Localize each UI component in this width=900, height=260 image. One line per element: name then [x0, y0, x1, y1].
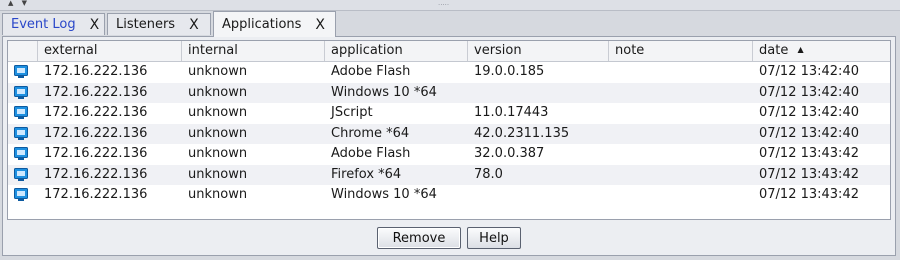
column-header-version[interactable]: version	[468, 41, 609, 61]
cell-date: 07/12 13:43:42	[759, 187, 859, 202]
remove-button[interactable]: Remove	[377, 227, 461, 249]
monitor-icon	[14, 126, 28, 140]
monitor-icon	[14, 167, 28, 181]
table-row[interactable]: 172.16.222.136 unknown Chrome *64 42.0.2311…	[8, 123, 890, 144]
collapse-arrows-icon[interactable]: ▲ ▼	[8, 0, 30, 7]
tab-event-log[interactable]: Event Log X	[2, 13, 105, 35]
cell-note	[609, 83, 759, 103]
monitor-icon	[14, 147, 28, 160]
cell-internal: unknown	[188, 84, 248, 100]
cell-version: 11.0.17443	[474, 105, 549, 120]
cell-note	[609, 185, 759, 205]
tab-close-icon[interactable]: X	[90, 17, 100, 33]
cell-note	[609, 165, 759, 185]
cell-external: 172.16.222.136	[44, 146, 148, 161]
cell-external: 172.16.222.136	[44, 105, 148, 120]
cell-version: 42.0.2311.135	[474, 125, 570, 141]
monitor-icon	[14, 85, 28, 99]
row-icon-cell	[8, 124, 38, 144]
row-icon-cell	[8, 165, 38, 185]
column-header-note[interactable]: note	[609, 41, 753, 61]
applications-panel: external internal application version no…	[2, 36, 896, 256]
monitor-icon	[14, 65, 28, 78]
cell-internal: unknown	[188, 64, 248, 79]
cell-external: 172.16.222.136	[44, 84, 148, 100]
cell-internal: unknown	[188, 166, 248, 182]
help-button[interactable]: Help	[467, 227, 521, 249]
button-bar: Remove Help	[3, 225, 895, 251]
top-splitter-bar[interactable]: ▲ ▼ ·····	[0, 0, 900, 11]
cell-application: Adobe Flash	[331, 64, 411, 79]
row-icon-cell	[8, 83, 38, 103]
cell-date: 07/12 13:42:40	[759, 105, 859, 120]
table-row[interactable]: 172.16.222.136 unknown Firefox *64 78.0 07/1…	[8, 164, 890, 185]
cell-application: Chrome *64	[331, 125, 410, 141]
cell-date: 07/12 13:42:40	[759, 84, 859, 100]
tab-strip: Event Log X Listeners X Applications X	[2, 11, 898, 37]
cell-application: Adobe Flash	[331, 146, 411, 161]
tab-applications[interactable]: Applications X	[213, 11, 336, 37]
cell-external: 172.16.222.136	[44, 125, 148, 141]
cell-application: Firefox *64	[331, 166, 402, 182]
sort-ascending-icon: ▲	[797, 45, 804, 54]
applications-table[interactable]: external internal application version no…	[7, 40, 891, 220]
row-icon-cell	[8, 144, 38, 164]
table-row[interactable]: 172.16.222.136 unknown Windows 10 *64 07/12…	[8, 82, 890, 103]
tab-close-icon[interactable]: X	[189, 17, 199, 33]
monitor-icon	[14, 106, 28, 119]
table-header: external internal application version no…	[8, 41, 890, 62]
tab-label: Event Log	[11, 17, 76, 32]
cell-note	[609, 144, 759, 164]
tab-label: Applications	[222, 17, 302, 32]
cell-version: 19.0.0.185	[474, 64, 545, 79]
cell-internal: unknown	[188, 187, 248, 202]
column-header-internal[interactable]: internal	[182, 41, 325, 61]
cell-note	[609, 103, 759, 123]
table-row[interactable]: 172.16.222.136 unknown Adobe Flash 32.0.0.3…	[8, 144, 890, 164]
splitter-grip-icon[interactable]: ·····	[438, 1, 449, 9]
tab-label: Listeners	[116, 17, 176, 32]
cell-date: 07/12 13:43:42	[759, 146, 859, 161]
cell-date: 07/12 13:42:40	[759, 64, 859, 79]
cell-application: JScript	[331, 105, 373, 120]
tab-close-icon[interactable]: X	[315, 17, 325, 33]
cell-internal: unknown	[188, 125, 248, 141]
cell-internal: unknown	[188, 146, 248, 161]
row-icon-cell	[8, 62, 38, 82]
column-header-label: date	[759, 43, 789, 58]
column-header-external[interactable]: external	[38, 41, 182, 61]
tab-listeners[interactable]: Listeners X	[107, 13, 211, 35]
table-row[interactable]: 172.16.222.136 unknown JScript 11.0.17443 07…	[8, 103, 890, 123]
cell-note	[609, 124, 759, 144]
cell-note	[609, 62, 759, 82]
cell-version	[468, 83, 615, 103]
row-icon-cell	[8, 185, 38, 205]
cell-date: 07/12 13:43:42	[759, 166, 859, 182]
row-icon-cell	[8, 103, 38, 123]
cell-external: 172.16.222.136	[44, 64, 148, 79]
table-row[interactable]: 172.16.222.136 unknown Windows 10 *64 07/12…	[8, 185, 890, 205]
column-header-date[interactable]: date ▲	[753, 41, 890, 61]
cell-application: Windows 10 *64	[331, 187, 437, 202]
table-row[interactable]: 172.16.222.136 unknown Adobe Flash 19.0.0.1…	[8, 62, 890, 82]
cell-external: 172.16.222.136	[44, 166, 148, 182]
column-header-icon[interactable]	[8, 41, 38, 61]
column-header-application[interactable]: application	[325, 41, 468, 61]
monitor-icon	[14, 188, 28, 201]
cell-version: 78.0	[474, 166, 503, 182]
cell-application: Windows 10 *64	[331, 84, 437, 100]
cell-version: 32.0.0.387	[474, 146, 545, 161]
cell-version	[468, 185, 615, 205]
cell-external: 172.16.222.136	[44, 187, 148, 202]
cell-internal: unknown	[188, 105, 248, 120]
cell-date: 07/12 13:42:40	[759, 125, 859, 141]
